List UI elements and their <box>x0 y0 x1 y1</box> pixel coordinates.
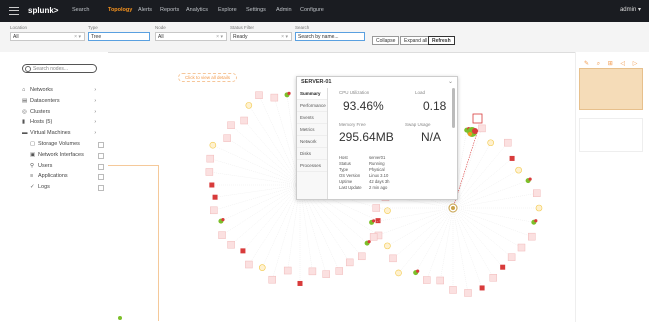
topology-node[interactable] <box>489 274 498 282</box>
load-label: Load <box>415 90 426 95</box>
zoom-tools-icon[interactable]: ✎ ⌕ ⊞ ◁ ▷ <box>584 60 640 68</box>
topology-node[interactable] <box>335 267 344 275</box>
popup-tab[interactable]: Metrics <box>297 124 327 136</box>
topology-node[interactable] <box>369 233 378 241</box>
selected-node[interactable] <box>472 113 483 124</box>
topology-node[interactable] <box>372 204 380 212</box>
cpu-value: 93.46% <box>343 99 384 113</box>
detail-row: Host server01 <box>339 155 385 160</box>
popup-tab[interactable]: Network <box>297 136 327 148</box>
topology-node[interactable] <box>345 258 354 267</box>
topology-node[interactable] <box>384 207 391 214</box>
detail-key: Uptime <box>339 179 353 184</box>
close-icon[interactable]: ⌄ <box>448 78 453 85</box>
topology-node[interactable] <box>245 102 253 109</box>
topology-node[interactable] <box>436 276 444 285</box>
node-detail-popup: SERVER-01 ⌄ Summary Performance Events Metr… <box>296 76 458 200</box>
topology-node[interactable] <box>423 276 431 284</box>
topology-node[interactable] <box>509 155 515 161</box>
topology-node[interactable] <box>389 254 397 263</box>
topology-node[interactable] <box>487 139 494 147</box>
detail-row: Last Update 2 min ago <box>339 185 387 190</box>
topology-node[interactable] <box>515 166 522 174</box>
topology-node[interactable] <box>283 266 292 275</box>
topology-node[interactable] <box>240 248 246 254</box>
topology-node[interactable] <box>227 240 235 249</box>
topology-node[interactable] <box>223 134 231 142</box>
cpu-label: CPU Utilization <box>339 90 370 95</box>
detail-key: Last Update <box>339 185 362 190</box>
detail-value: 42 days 3h <box>369 179 390 184</box>
topology-node[interactable] <box>479 285 485 291</box>
topology-node[interactable] <box>218 231 226 239</box>
minimap-secondary <box>579 118 643 152</box>
load-value: 0.18 <box>423 99 447 113</box>
topology-node[interactable] <box>227 121 235 129</box>
topology-node[interactable] <box>240 116 248 125</box>
detail-row: Status Running <box>339 161 385 166</box>
detail-row: OS Version Linux 3.10 <box>339 173 388 178</box>
swap-value: N/A <box>421 130 442 144</box>
popup-tab[interactable]: Summary <box>297 88 327 100</box>
topology-node[interactable] <box>535 204 543 212</box>
detail-key: Type <box>339 167 349 172</box>
detail-key: OS Version <box>339 173 361 178</box>
topology-node[interactable] <box>205 168 214 176</box>
topology-node[interactable] <box>118 316 122 320</box>
topology-node[interactable] <box>449 286 457 294</box>
topology-node[interactable] <box>209 141 217 149</box>
minimap[interactable] <box>579 68 643 110</box>
topology-node[interactable] <box>533 189 541 197</box>
topology-node[interactable] <box>507 253 516 261</box>
topology-node[interactable] <box>255 91 263 99</box>
topology-node[interactable] <box>322 270 330 278</box>
topology-node[interactable] <box>258 264 266 271</box>
topology-node[interactable] <box>517 243 526 252</box>
detail-value: server01 <box>369 155 386 160</box>
popup-tabs: Summary Performance Events Metrics Network Di… <box>297 88 328 199</box>
topology-node[interactable] <box>206 154 215 163</box>
topology-node[interactable] <box>245 260 253 269</box>
detail-value: Linux 3.10 <box>369 173 389 178</box>
topology-node[interactable] <box>478 124 486 133</box>
topology-node[interactable] <box>297 280 303 286</box>
detail-value: 2 min ago <box>369 185 388 190</box>
topology-node[interactable] <box>464 289 472 297</box>
popup-tab[interactable]: Processes <box>297 160 327 172</box>
memory-value: 295.64MB <box>339 130 394 144</box>
popup-tab[interactable]: Events <box>297 112 327 124</box>
swap-label: Swap Usage <box>405 122 431 127</box>
topology-node[interactable] <box>210 206 218 215</box>
topology-node[interactable] <box>528 232 536 241</box>
popup-tab[interactable]: Disks <box>297 148 327 160</box>
topology-node[interactable] <box>384 242 391 250</box>
memory-label: Memory Free <box>339 122 366 127</box>
topology-node[interactable] <box>504 138 512 147</box>
topology-node[interactable] <box>358 252 366 261</box>
topology-node[interactable] <box>209 182 215 188</box>
topology-node[interactable] <box>270 93 279 102</box>
detail-row: Type Physical <box>339 167 385 172</box>
popup-tab[interactable]: Performance <box>297 100 327 112</box>
topology-node[interactable] <box>395 269 402 277</box>
topology-node[interactable] <box>212 194 218 200</box>
popup-title: SERVER-01 <box>301 79 332 85</box>
topology-node[interactable] <box>268 275 276 284</box>
detail-key: Status <box>339 161 351 166</box>
detail-value: Physical <box>369 167 385 172</box>
topology-node[interactable] <box>308 267 317 276</box>
detail-key: Host <box>339 155 348 160</box>
detail-row: Uptime 42 days 3h <box>339 179 390 184</box>
detail-value: Running <box>369 161 385 166</box>
popup-scrollbar[interactable] <box>452 88 455 128</box>
topology-node[interactable] <box>500 264 506 270</box>
topology-node[interactable] <box>375 218 381 224</box>
